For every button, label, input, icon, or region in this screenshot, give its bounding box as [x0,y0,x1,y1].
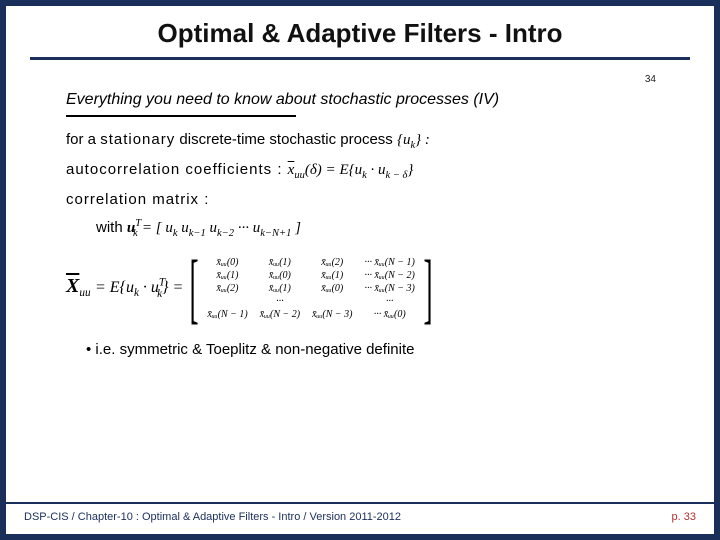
math-sub: k − δ [386,170,408,181]
corrmatrix-label: correlation matrix : [66,191,662,208]
slide: Optimal & Adaptive Filters - Intro 34 Ev… [6,6,714,534]
label: autocorrelation coefficients : [66,161,288,178]
text: with [96,219,127,236]
text-bold: stationary [100,131,175,148]
matrix-cell: ··· [358,295,420,308]
text: for a [66,131,100,148]
matrix-cell: ··· [254,295,306,308]
matrix-cell: x̄ᵤᵤ(1) [201,269,253,282]
math: · u [367,162,386,178]
section-divider [66,115,296,117]
matrix-equation: Xuu = E{uk · uTk} = [ x̄ᵤᵤ(0) x̄ᵤᵤ(1) x̄… [66,249,662,327]
math: · u [139,279,159,296]
math: } = [162,279,183,296]
math-sub: uu [294,170,305,181]
math: (δ) = [305,162,340,178]
math-sub: k−1 [189,228,206,239]
matrix-cell: ··· x̄ᵤᵤ(N − 2) [358,269,420,282]
correlation-matrix: x̄ᵤᵤ(0) x̄ᵤᵤ(1) x̄ᵤᵤ(2) ··· x̄ᵤᵤ(N − 1) … [201,256,421,321]
math-sub: k [133,228,138,239]
math-bar-bold: X [66,276,79,296]
footer-breadcrumb: DSP-CIS / Chapter-10 : Optimal & Adaptiv… [24,511,401,523]
matrix-cell: x̄ᵤᵤ(2) [201,282,253,295]
matrix-cell: x̄ᵤᵤ(N − 2) [254,308,306,321]
matrix-cell: x̄ᵤᵤ(0) [254,269,306,282]
vector-definition: with uTk = [ uk uk−1 uk−2 ··· uk−N+1 ] [96,218,662,239]
matrix-cell: x̄ᵤᵤ(1) [254,282,306,295]
slide-title: Optimal & Adaptive Filters - Intro [6,18,714,49]
math-sub: k−2 [217,228,234,239]
inset-page-number: 34 [66,74,656,85]
math: } [407,162,413,178]
matrix-cell [306,295,358,308]
math-sub: k−N+1 [260,228,291,239]
math: ] [291,220,301,236]
bullet-properties: • i.e. symmetric & Toeplitz & non-negati… [86,341,662,358]
math: = [ u [142,220,173,236]
matrix-cell: x̄ᵤᵤ(2) [306,256,358,269]
math: u [178,220,189,236]
math: E{u [339,162,362,178]
footer-page-number: p. 33 [672,511,696,523]
content-area: 34 Everything you need to know about sto… [66,74,662,358]
math: u [206,220,217,236]
matrix-cell: x̄ᵤᵤ(1) [306,269,358,282]
matrix-cell: ··· x̄ᵤᵤ(0) [358,308,420,321]
section-heading: Everything you need to know about stocha… [66,91,662,109]
matrix-cell: x̄ᵤᵤ(0) [201,256,253,269]
footer: DSP-CIS / Chapter-10 : Optimal & Adaptiv… [6,502,714,534]
math: {u [397,132,411,148]
matrix-cell: x̄ᵤᵤ(N − 1) [201,308,253,321]
math: } : [415,132,430,148]
stationary-line: for a stationary discrete-time stochasti… [66,131,662,151]
bracket-right: ] [423,249,432,327]
matrix-cell: x̄ᵤᵤ(N − 3) [306,308,358,321]
matrix-cell [201,295,253,308]
matrix-cell: x̄ᵤᵤ(0) [306,282,358,295]
matrix-cell: ··· x̄ᵤᵤ(N − 1) [358,256,420,269]
math: = E{u [95,279,134,296]
title-divider [30,57,690,60]
matrix-cell: ··· x̄ᵤᵤ(N − 3) [358,282,420,295]
text: discrete-time stochastic process [175,131,397,148]
math: ··· u [234,220,260,236]
autocorr-line: autocorrelation coefficients : xuu(δ) = … [66,161,662,181]
bracket-left: [ [190,249,199,327]
math-sub: uu [79,288,90,300]
matrix-cell: x̄ᵤᵤ(1) [254,256,306,269]
